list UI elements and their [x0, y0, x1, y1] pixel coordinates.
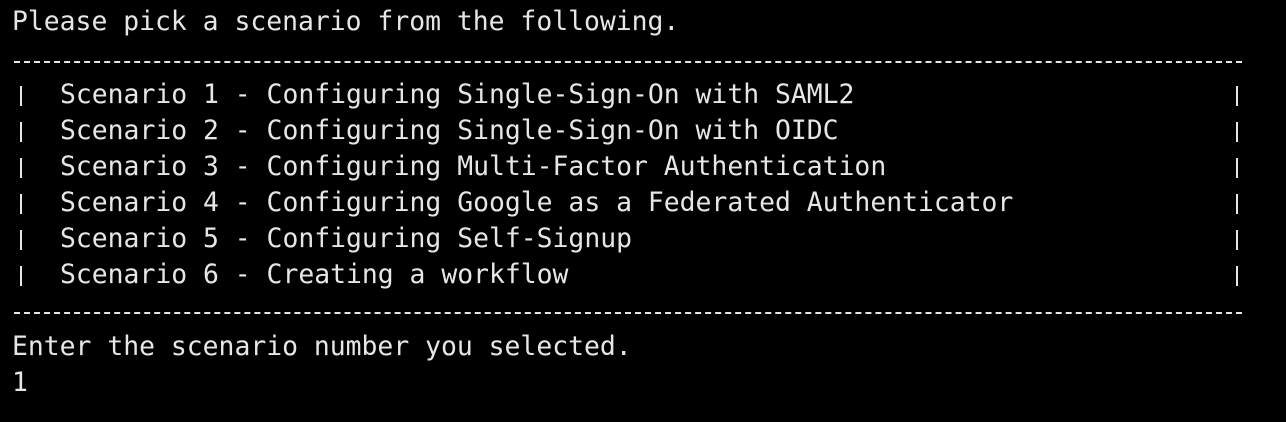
menu-right-border — [1236, 122, 1238, 142]
scenario-option-5: Scenario 5 - Configuring Self-Signup — [60, 223, 632, 254]
menu-left-border — [20, 86, 22, 106]
scenario-option-1: Scenario 1 - Configuring Single-Sign-On … — [60, 79, 855, 110]
menu-left-border — [20, 122, 22, 142]
menu-top-border — [14, 61, 1242, 63]
menu-bottom-border — [14, 312, 1242, 314]
menu-right-border — [1236, 158, 1238, 178]
terminal-window[interactable]: Please pick a scenario from the followin… — [0, 0, 1286, 422]
scenario-option-2: Scenario 2 - Configuring Single-Sign-On … — [60, 115, 839, 146]
scenario-option-6: Scenario 6 - Creating a workflow — [60, 259, 569, 290]
scenario-option-3: Scenario 3 - Configuring Multi-Factor Au… — [60, 151, 887, 182]
menu-left-border — [20, 158, 22, 178]
menu-right-border — [1236, 194, 1238, 214]
menu-left-border — [20, 230, 22, 250]
menu-right-border — [1236, 230, 1238, 250]
scenario-prompt: Please pick a scenario from the followin… — [12, 6, 680, 37]
menu-right-border — [1236, 266, 1238, 286]
menu-left-border — [20, 266, 22, 286]
scenario-number-input[interactable]: 1 — [12, 365, 28, 401]
input-prompt: Enter the scenario number you selected. — [12, 331, 632, 362]
menu-left-border — [20, 194, 22, 214]
scenario-option-4: Scenario 4 - Configuring Google as a Fed… — [60, 187, 1014, 218]
menu-right-border — [1236, 86, 1238, 106]
